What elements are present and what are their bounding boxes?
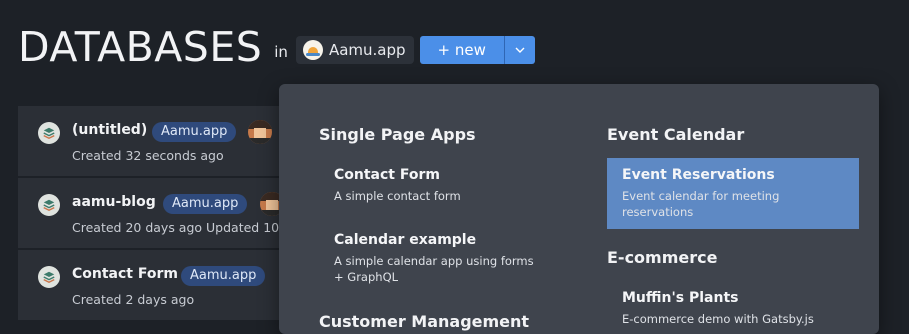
templates-column-right: Event Calendar Event Reservations Event … (607, 124, 859, 334)
database-meta: Created 20 days ago Updated 10 (72, 220, 280, 235)
template-item-contact-form[interactable]: Contact Form A simple contact form (319, 158, 559, 213)
workspace-selector[interactable]: Aamu.app (295, 36, 414, 64)
templates-column-left: Single Page Apps Contact Form A simple c… (319, 124, 559, 302)
template-name: Muffin's Plants (622, 290, 739, 306)
workspace-prefix: in (274, 43, 288, 61)
template-group-title: Customer Management (319, 312, 530, 331)
database-layers-icon (38, 194, 60, 216)
new-database-button[interactable]: + new (419, 36, 504, 64)
workspace-name: Aamu.app (328, 41, 406, 59)
template-description: A simple contact form (334, 189, 461, 203)
new-database-split-button: + new (419, 36, 535, 64)
workspace-badge: Aamu.app (181, 266, 266, 286)
template-description: Event calendar for meeting reservations (622, 189, 780, 219)
template-group-title: Event Calendar (607, 125, 745, 144)
template-item-calendar-example[interactable]: Calendar example A simple calendar app u… (319, 223, 559, 294)
database-meta: Created 32 seconds ago (72, 148, 224, 163)
database-title[interactable]: (untitled) (72, 122, 147, 138)
chevron-down-icon (515, 47, 525, 53)
template-name: Contact Form (334, 167, 440, 183)
workspace-logo-icon (302, 40, 323, 60)
database-row[interactable]: (untitled) Aamu.app Created 32 seconds a… (18, 106, 318, 178)
template-name: Event Reservations (622, 167, 775, 183)
page-header: DATABASES in Aamu.app + new (18, 22, 535, 72)
template-item-muffins-plants[interactable]: Muffin's Plants E-commerce demo with Gat… (607, 281, 859, 334)
template-name: Calendar example (334, 232, 477, 248)
database-layers-icon (38, 266, 60, 288)
database-row[interactable]: aamu-blog Aamu.app Created 20 days ago U… (18, 178, 318, 250)
new-templates-dropdown-toggle[interactable] (503, 36, 535, 64)
template-group-title: E-commerce (607, 248, 718, 267)
database-meta: Created 2 days ago (72, 292, 195, 307)
user-avatar (248, 120, 272, 144)
template-group-title: Single Page Apps (319, 125, 476, 144)
workspace-badge: Aamu.app (152, 122, 237, 142)
templates-dropdown-menu: Single Page Apps Contact Form A simple c… (279, 84, 879, 334)
database-layers-icon (38, 122, 60, 144)
database-title[interactable]: aamu-blog (72, 194, 156, 210)
page-title: DATABASES (18, 23, 263, 71)
template-item-event-reservations[interactable]: Event Reservations Event calendar for me… (607, 158, 859, 229)
database-row[interactable]: Contact Form Aamu.app Created 2 days ago (18, 250, 318, 322)
database-title[interactable]: Contact Form (72, 266, 178, 282)
template-description: A simple calendar app using forms + Grap… (334, 254, 534, 284)
template-description: E-commerce demo with Gatsby.js (622, 312, 814, 326)
database-list: (untitled) Aamu.app Created 32 seconds a… (18, 106, 318, 322)
workspace-badge: Aamu.app (163, 194, 248, 214)
